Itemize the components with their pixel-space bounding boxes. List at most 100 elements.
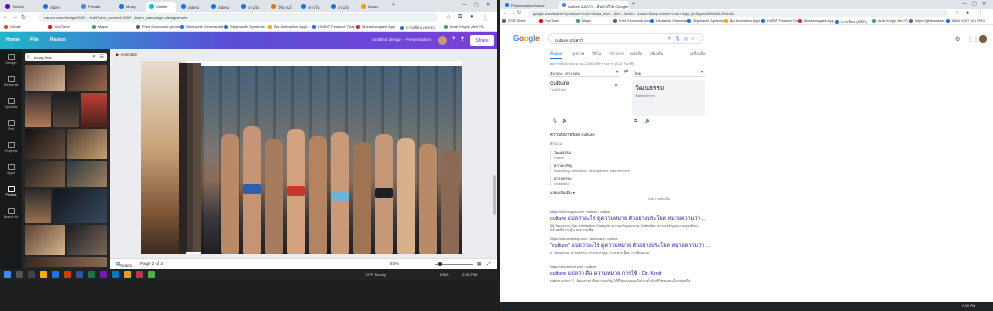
tools-button[interactable]: เครื่องมือ [690,50,706,57]
rail-item-design[interactable]: Design [0,54,22,65]
bookmark-item[interactable]: Andi Krupp Jlen?S... [872,19,911,23]
vertical-scrollbar[interactable] [493,175,496,215]
photo-thumbnail[interactable] [25,225,65,255]
maximize-icon[interactable]: ▢ [972,1,977,7]
copy-icon[interactable]: ⧉ [634,118,637,123]
photo-thumbnail[interactable] [67,225,107,255]
apps-grid-icon[interactable]: ⋮⋮ [967,36,979,43]
forward-icon[interactable]: → [510,10,515,16]
bookmark-item[interactable]: Stephanie Symbole... [687,19,727,23]
google-search-input[interactable]: culture แปลว่า ✕🎙◎⌕ [548,33,703,44]
rail-item-brand-kit[interactable]: Brand Kit [0,208,22,219]
canva-file-menu[interactable]: File [30,37,39,43]
avatar[interactable] [438,36,447,45]
clock[interactable]: 2:30 PM [962,304,975,308]
tab[interactable]: ใช้งานใ [268,2,296,12]
edge-icon[interactable] [112,271,119,278]
mic-icon[interactable]: 🎙 [674,36,683,42]
profile-icon[interactable]: ● [470,14,474,20]
bookmark-item[interactable]: Free Economic photo [136,24,180,29]
bookmark-item[interactable]: Stephanie Symbole... [224,24,268,29]
rail-item-elements[interactable]: Elements [0,76,22,87]
photo-thumbnail[interactable] [25,129,65,159]
excel-icon[interactable] [88,271,95,278]
settings-icon[interactable]: ⚙ [955,36,960,43]
design-title[interactable]: Untitled design - Presentation [372,37,431,42]
swap-languages-icon[interactable]: ⇄ [624,69,628,75]
app-icon[interactable] [136,271,143,278]
new-tab-icon[interactable]: + [632,1,635,7]
canva-resize-menu[interactable]: Resize [50,37,66,43]
filter-icon[interactable]: ☰ [100,54,104,60]
zoom-level[interactable]: 83% [390,261,399,266]
tab[interactable]: Muay [116,2,144,12]
chart-icon[interactable]: ⇡ [460,36,465,43]
clock[interactable]: 2:30 PM [462,272,477,277]
zoom-slider-handle[interactable] [438,262,442,266]
close-icon[interactable]: ✕ [486,2,490,8]
tab[interactable]: Privatk [78,2,114,12]
filter-news[interactable]: ข่าวสาร [610,50,624,57]
task-view-icon[interactable] [28,271,35,278]
close-icon[interactable]: ✕ [982,1,986,7]
source-text-area[interactable]: culture /ˈkəlCHər/ ✕ [550,80,624,116]
speaker-icon[interactable]: 🔊 [645,118,651,124]
star-icon[interactable]: ☆ [446,14,451,21]
bookmark-item[interactable]: Biz Animation Appl... [724,19,763,23]
notes-button[interactable]: ▤ Notes [116,261,132,268]
language-indicator[interactable]: ENG [440,272,449,277]
result-source[interactable]: https://dict.longdo.com › search › cultu… [550,210,710,214]
more-menu-icon[interactable]: ⋮ [978,10,983,16]
tab[interactable]: Yahoo! [2,2,38,12]
rail-item-text[interactable]: Text [0,120,22,131]
avatar[interactable] [979,35,987,43]
tab[interactable]: งานใจ [238,2,266,12]
bookmark-item[interactable]: HOBIT Finance Thai L... [312,24,361,29]
photo-thumbnail[interactable] [67,129,107,159]
back-icon[interactable]: ← [3,14,9,20]
app-icon[interactable] [124,271,131,278]
filter-all[interactable]: ทั้งหมด [550,50,563,59]
bookmark-item[interactable]: Gmail [4,24,20,29]
bookmark-item[interactable]: Free Economic photo [613,19,653,23]
tab[interactable]: งานใจ [328,2,356,12]
bookmark-item[interactable]: https://getbootstra... [909,19,947,23]
bookmark-item[interactable]: Deutsche Grammatik [180,24,224,29]
photo-thumbnail[interactable] [53,93,79,127]
bookmark-item[interactable]: Maps [92,24,108,29]
file-explorer-icon[interactable] [40,271,47,278]
filter-books[interactable]: หนังสือ [630,50,642,57]
back-icon[interactable]: ← [503,10,508,16]
tab[interactable]: สมัครเ [208,2,236,12]
bookmark-item[interactable]: การเขียน (IEEE) [400,24,435,31]
photo-thumbnail[interactable] [67,161,107,187]
reload-icon[interactable]: ↻ [517,10,521,16]
reload-icon[interactable]: ↻ [21,14,26,21]
result-title[interactable]: culture แปลว่าอะไร ดูความหมาย ตัวอย่างปร… [550,215,710,223]
bookmark-item[interactable]: Andi Krupp Jlen?S... [444,24,486,29]
bookmark-item[interactable]: 8804 CSIT 101 PRO [946,19,985,23]
tab-active-canva[interactable]: Untitle [146,2,176,12]
bookmark-item[interactable]: Maps [576,19,591,23]
tab[interactable]: ข่าวใจ [298,2,326,12]
photo-thumbnail[interactable] [53,189,107,223]
weather-widget[interactable]: 72°F Sunny [365,272,386,277]
rail-item-photos[interactable]: Photos [0,186,22,197]
office-icon[interactable] [64,271,71,278]
minimize-icon[interactable]: — [962,1,967,7]
target-language-select[interactable]: ไทย ▾ [634,69,705,77]
result-title[interactable]: "culture" แปลว่าอะไร ดูความหมาย ตัวอย่าง… [550,242,710,250]
result-title[interactable]: culture แปลว่า คือ ความหมาย การใช้ - Dr.… [550,270,710,278]
show-more-button[interactable]: แสดงเพิ่มเติม ▾ [550,190,700,196]
star-icon[interactable]: ☆ [955,10,959,16]
more-menu-icon[interactable]: ⋮ [482,14,488,21]
maximize-icon[interactable]: ▢ [474,2,479,8]
search-taskbar-icon[interactable] [16,271,23,278]
bookmark-item[interactable]: Biz Animation Appl... [268,24,310,29]
bookmark-item[interactable]: YouTube [48,24,70,29]
photo-thumbnail[interactable] [67,65,107,91]
tab-active-google[interactable]: culture แปลว่า - ค้นหาด้วย Google [559,1,629,9]
photo-thumbnail[interactable] [25,65,65,91]
app-icon[interactable] [148,271,155,278]
google-logo[interactable]: Google [513,34,540,43]
